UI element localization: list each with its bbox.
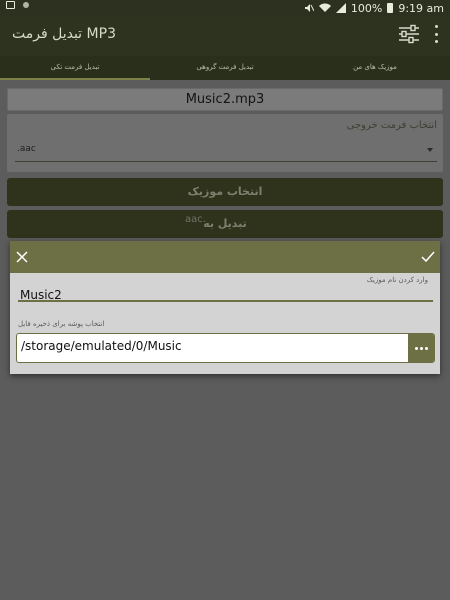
convert-label: تبدیل به [203,217,247,230]
signal-icon [335,3,346,13]
clock: 9:19 am [398,1,444,15]
format-panel: انتخاب فرمت خروجی .aac [7,114,443,172]
tab-bar: تبدیل فرمت تکی تبدیل فرمت گروهی موزیک ها… [0,56,450,80]
convert-format: aac. [185,214,206,225]
folder-label: انتخاب پوشه برای ذخیره فایل [18,320,105,328]
selected-file-name: Music2.mp3 [7,88,443,111]
name-label: وارد کردن نام موزیک [366,276,428,284]
mute-icon [304,4,314,12]
dropdown-arrow-icon [427,148,433,152]
name-input[interactable]: Music2 [18,288,433,302]
path-field[interactable]: /storage/emulated/0/Music [16,333,435,363]
notification-icon [23,2,29,8]
sliders-icon[interactable] [398,23,420,45]
more-icon[interactable] [408,334,434,362]
app-toolbar: تبدیل فرمت MP3 [0,16,450,56]
convert-button[interactable]: تبدیل به [7,210,443,238]
tab-single-convert[interactable]: تبدیل فرمت تکی [0,56,150,80]
save-dialog: وارد کردن نام موزیک Music2 انتخاب پوشه ب… [10,241,440,374]
app-title: تبدیل فرمت MP3 [12,26,116,42]
dialog-header [10,241,440,273]
name-value: Music2 [20,288,62,302]
path-value: /storage/emulated/0/Music [21,339,182,353]
status-bar: 100% 9:19 am [0,0,450,16]
select-music-button[interactable]: انتخاب موزیک [7,178,443,206]
overflow-menu-icon[interactable] [434,25,438,43]
check-icon[interactable] [420,249,436,265]
battery-percent: 100% [350,1,383,15]
wifi-icon [318,3,331,12]
tab-my-music[interactable]: موزیک های من [300,56,450,80]
format-label: انتخاب فرمت خروجی [346,120,437,131]
battery-icon [387,3,394,13]
tab-batch-convert[interactable]: تبدیل فرمت گروهی [150,56,300,80]
format-value: .aac [17,144,36,154]
screenshot-icon [6,1,15,9]
format-select[interactable]: .aac [15,142,437,162]
close-icon[interactable] [14,249,30,265]
